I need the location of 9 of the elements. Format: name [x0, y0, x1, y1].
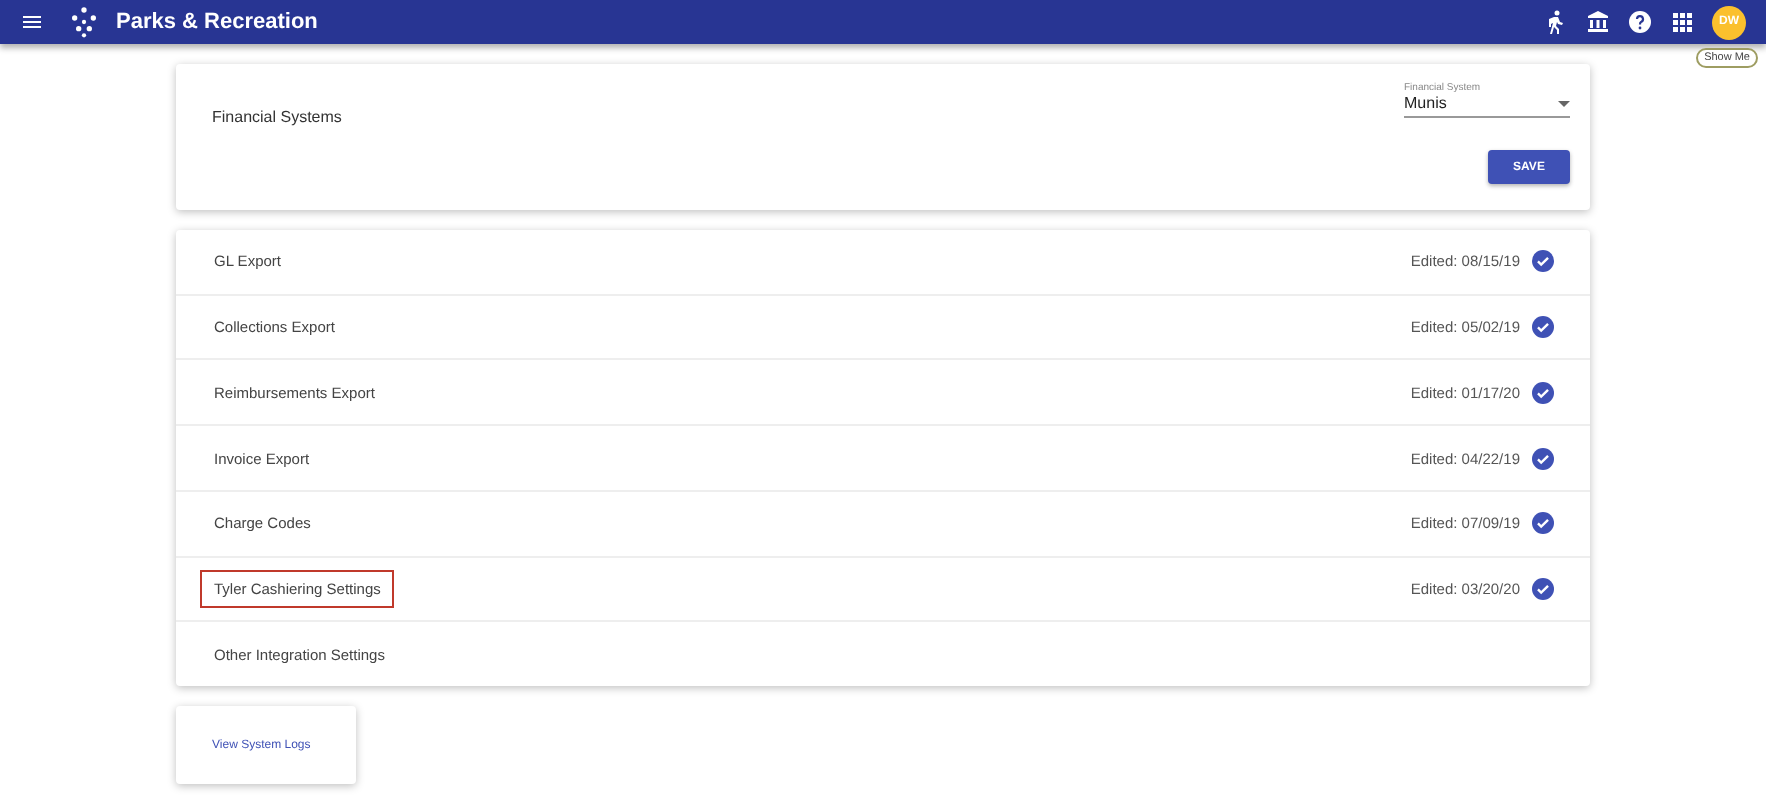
network-logo-icon [68, 6, 100, 38]
walking-person-icon[interactable] [1544, 10, 1568, 34]
bank-icon[interactable] [1586, 10, 1610, 34]
app-title: Parks & Recreation [116, 10, 318, 34]
apps-grid-icon[interactable] [1670, 10, 1694, 34]
menu-icon[interactable] [20, 10, 44, 34]
caret-icon [1558, 99, 1570, 107]
help-icon[interactable] [1628, 10, 1652, 34]
card-label: Financial Systems [212, 108, 342, 130]
